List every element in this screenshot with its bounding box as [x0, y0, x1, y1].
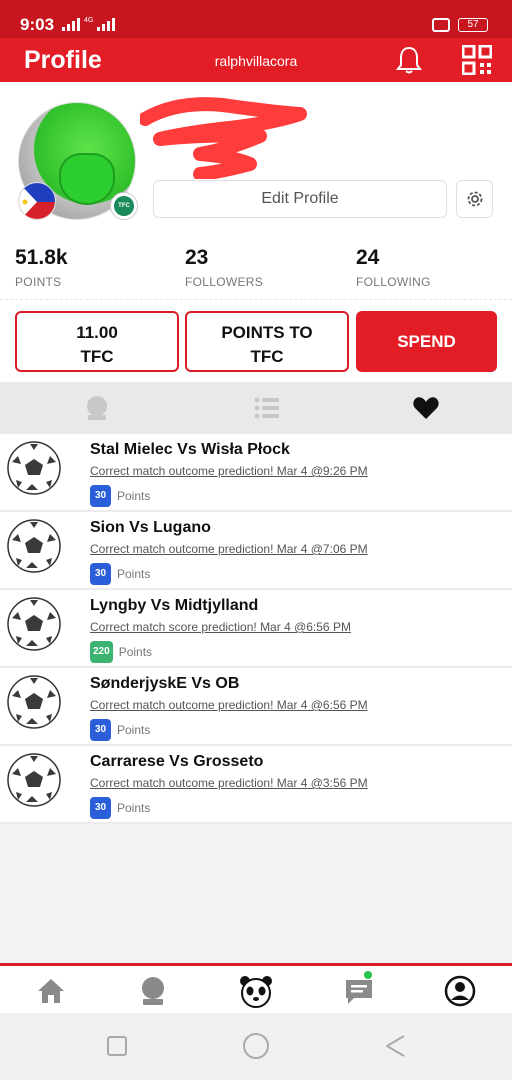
list-item[interactable]: Lyngby Vs Midtjylland Correct match scor… — [0, 590, 512, 668]
tab-list[interactable] — [170, 382, 340, 434]
match-detail: Correct match outcome prediction! Mar 4 … — [90, 776, 368, 790]
stat-points[interactable]: 51.8k POINTS — [15, 246, 68, 289]
points-row: 30 Points — [90, 485, 150, 507]
soccer-ball-icon — [7, 675, 61, 729]
points-row: 30 Points — [90, 719, 150, 741]
nav-predictions[interactable] — [136, 974, 170, 1008]
match-title: Sion Vs Lugano — [90, 519, 211, 536]
points-badge: 30 — [90, 485, 111, 507]
system-nav — [0, 1013, 512, 1080]
redacted-name — [140, 97, 307, 179]
tfc-balance-button[interactable]: 11.00 TFC — [15, 311, 179, 372]
user-icon — [444, 975, 476, 1007]
balance-unit: TFC — [80, 347, 114, 366]
points-badge: 30 — [90, 797, 111, 819]
list-item[interactable]: Stal Mielec Vs Wisła Płock Correct match… — [0, 434, 512, 512]
header-username: ralphvillacora — [214, 53, 298, 69]
points-label: Points — [118, 645, 153, 659]
list-icon — [254, 397, 279, 419]
notification-dot — [364, 971, 372, 979]
edit-profile-button[interactable]: Edit Profile — [153, 180, 447, 218]
home-icon — [38, 979, 64, 1003]
stat-value: 51.8k — [15, 246, 68, 269]
match-title: Lyngby Vs Midtjylland — [90, 597, 259, 614]
soccer-ball-icon — [7, 753, 61, 807]
match-detail: Correct match outcome prediction! Mar 4 … — [90, 698, 368, 712]
list-item[interactable]: Carrarese Vs Grosseto Correct match outc… — [0, 746, 512, 824]
settings-button[interactable] — [456, 180, 493, 218]
gear-icon — [467, 191, 483, 207]
profile-tabs — [0, 382, 512, 434]
app-header: Profile ralphvillacora — [0, 38, 512, 82]
match-detail: Correct match outcome prediction! Mar 4 … — [90, 542, 368, 556]
bell-icon[interactable] — [393, 44, 425, 76]
status-bar: 9:03 4G 57 — [0, 0, 512, 38]
heart-icon — [413, 397, 439, 419]
status-right: 57 — [432, 18, 488, 32]
crystal-ball-icon — [142, 977, 164, 1005]
points-label: Points — [117, 801, 151, 815]
tab-favorites[interactable] — [340, 382, 510, 434]
recents-icon[interactable] — [106, 1035, 128, 1057]
soccer-ball-icon — [7, 441, 61, 495]
divider — [0, 299, 512, 300]
balance-value: 11.00 — [76, 323, 118, 342]
status-time: 9:03 — [20, 15, 55, 34]
activity-feed: Stal Mielec Vs Wisła Płock Correct match… — [0, 434, 512, 824]
match-title: SønderjyskE Vs OB — [90, 675, 240, 692]
match-title: Carrarese Vs Grosseto — [90, 753, 264, 770]
points-to-tfc-button[interactable]: POINTS TO TFC — [185, 311, 349, 372]
vibrate-icon — [432, 18, 450, 32]
convert-unit: TFC — [250, 347, 284, 366]
soccer-ball-icon — [7, 519, 61, 573]
philippines-flag-icon — [18, 182, 56, 220]
points-badge: 30 — [90, 563, 111, 585]
network-type: 4G — [84, 17, 94, 24]
points-row: 30 Points — [90, 797, 150, 819]
battery-icon: 57 — [458, 18, 488, 32]
list-item[interactable]: Sion Vs Lugano Correct match outcome pre… — [0, 512, 512, 590]
back-icon[interactable] — [384, 1034, 406, 1058]
soccer-ball-icon — [7, 597, 61, 651]
points-label: Points — [117, 567, 151, 581]
stat-label: POINTS — [15, 275, 62, 289]
stat-following[interactable]: 24 FOLLOWING — [356, 246, 431, 289]
list-item[interactable]: SønderjyskE Vs OB Correct match outcome … — [0, 668, 512, 746]
panda-icon — [240, 976, 272, 1008]
tfc-badge: TFC — [110, 192, 138, 220]
stat-followers[interactable]: 23 FOLLOWERS — [185, 246, 263, 289]
stat-value: 24 — [356, 246, 380, 269]
home-button-icon[interactable] — [242, 1032, 270, 1060]
stat-label: FOLLOWERS — [185, 275, 264, 289]
avatar-face — [59, 153, 115, 205]
signal-icon: 4G — [62, 17, 116, 31]
points-row: 220 Points — [90, 641, 152, 663]
profile-card: TFC Edit Profile 51.8k POINTS 23 FOLLOWE… — [0, 82, 512, 382]
points-row: 30 Points — [90, 563, 150, 585]
crystal-ball-icon — [87, 396, 107, 420]
convert-label: POINTS TO — [221, 323, 313, 342]
qr-code-icon[interactable] — [462, 45, 492, 75]
points-badge: 30 — [90, 719, 111, 741]
points-label: Points — [117, 489, 151, 503]
nav-chat[interactable] — [342, 971, 376, 1008]
chat-icon — [346, 980, 372, 1004]
match-detail: Correct match outcome prediction! Mar 4 … — [90, 464, 368, 478]
points-badge: 220 — [90, 641, 113, 663]
stat-value: 23 — [185, 246, 209, 269]
points-label: Points — [117, 723, 151, 737]
match-title: Stal Mielec Vs Wisła Płock — [90, 441, 290, 458]
nav-panda[interactable] — [238, 974, 272, 1008]
stat-label: FOLLOWING — [356, 275, 431, 289]
match-detail: Correct match score prediction! Mar 4 @6… — [90, 620, 351, 634]
nav-profile[interactable] — [443, 974, 477, 1008]
tfc-badge-label: TFC — [114, 196, 134, 216]
tab-predictions[interactable] — [0, 382, 170, 434]
bottom-nav — [0, 963, 512, 1013]
spend-button[interactable]: SPEND — [356, 311, 497, 372]
nav-home[interactable] — [34, 974, 68, 1008]
